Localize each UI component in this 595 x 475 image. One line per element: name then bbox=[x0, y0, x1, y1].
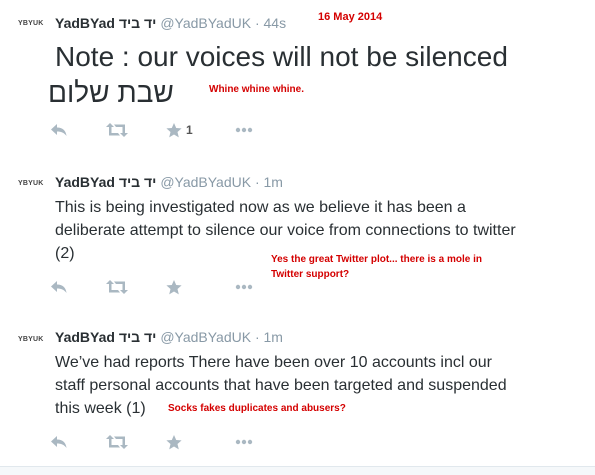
annotation-text: Yes the great Twitter plot... there is a… bbox=[271, 254, 482, 265]
tweet-text-line: We’ve had reports There have been over 1… bbox=[55, 354, 492, 371]
username[interactable]: @YadBYadUK bbox=[160, 174, 251, 190]
tweet-text-line: Note : our voices will not be silenced bbox=[55, 41, 508, 72]
username[interactable]: @YadBYadUK bbox=[160, 15, 251, 31]
tweet-text-line: staff personal accounts that have been t… bbox=[55, 377, 507, 394]
annotation-date: 16 May 2014 bbox=[318, 11, 383, 23]
favorite-button[interactable]: 1 bbox=[166, 120, 193, 140]
tweet-text-line: This is being investigated now as we bel… bbox=[55, 199, 466, 216]
favorite-button[interactable] bbox=[166, 432, 182, 452]
tweet-text-line: (2) bbox=[55, 245, 75, 262]
retweet-button[interactable] bbox=[106, 277, 128, 297]
retweet-button[interactable] bbox=[106, 432, 128, 452]
display-name[interactable]: YadBYad יד ביד bbox=[55, 15, 156, 31]
separator: · bbox=[254, 15, 260, 31]
more-icon bbox=[235, 127, 253, 133]
favorite-icon bbox=[166, 122, 182, 137]
username[interactable]: @YadBYadUK bbox=[160, 329, 251, 345]
retweet-icon bbox=[106, 123, 128, 137]
reply-icon bbox=[51, 436, 67, 448]
separator: · bbox=[254, 174, 260, 190]
reply-button[interactable] bbox=[50, 277, 68, 297]
more-button[interactable] bbox=[235, 120, 253, 140]
avatar[interactable]: YBYUK bbox=[18, 18, 44, 30]
favorite-icon bbox=[166, 434, 182, 449]
more-icon bbox=[235, 284, 253, 290]
timestamp[interactable]: 44s bbox=[264, 15, 287, 31]
retweet-icon bbox=[106, 280, 128, 294]
tweet-header: YadBYad יד ביד @YadBYadUK · 1m bbox=[55, 328, 283, 346]
tweet-2[interactable]: YBYUK YadBYad יד ביד @YadBYadUK · 1m Thi… bbox=[0, 157, 595, 315]
more-button[interactable] bbox=[235, 277, 253, 297]
retweet-icon bbox=[106, 435, 128, 449]
reply-button[interactable] bbox=[50, 432, 68, 452]
annotation-text: Whine whine whine. bbox=[209, 84, 304, 95]
timestamp[interactable]: 1m bbox=[264, 329, 283, 345]
reply-icon bbox=[51, 124, 67, 136]
separator: · bbox=[254, 329, 260, 345]
display-name[interactable]: YadBYad יד ביד bbox=[55, 174, 156, 190]
annotation-text: Socks fakes duplicates and abusers? bbox=[168, 403, 346, 414]
favorite-button[interactable] bbox=[166, 277, 182, 297]
tweet-text-line: deliberate attempt to silence our voice … bbox=[55, 222, 516, 239]
tweet-text-line: שבת שלום bbox=[48, 77, 174, 108]
avatar[interactable]: YBYUK bbox=[18, 334, 44, 346]
more-button[interactable] bbox=[235, 432, 253, 452]
more-icon bbox=[235, 439, 253, 445]
tweet-text-line: this week (1) bbox=[55, 400, 146, 417]
tweet-header: YadBYad יד ביד @YadBYadUK · 44s bbox=[55, 14, 286, 32]
tweet-3[interactable]: YBYUK YadBYad יד ביד @YadBYadUK · 1m We’… bbox=[0, 314, 595, 466]
tweet-1[interactable]: YBYUK YadBYad יד ביד @YadBYadUK · 44s No… bbox=[0, 0, 595, 158]
timestamp[interactable]: 1m bbox=[264, 174, 283, 190]
retweet-button[interactable] bbox=[106, 120, 128, 140]
avatar[interactable]: YBYUK bbox=[18, 178, 44, 190]
annotation-text: Twitter support? bbox=[271, 269, 350, 280]
favorite-icon bbox=[166, 279, 182, 294]
display-name[interactable]: YadBYad יד ביד bbox=[55, 329, 156, 345]
tweet-header: YadBYad יד ביד @YadBYadUK · 1m bbox=[55, 173, 283, 191]
reply-icon bbox=[51, 281, 67, 293]
reply-button[interactable] bbox=[50, 120, 68, 140]
favorite-count: 1 bbox=[186, 123, 193, 137]
